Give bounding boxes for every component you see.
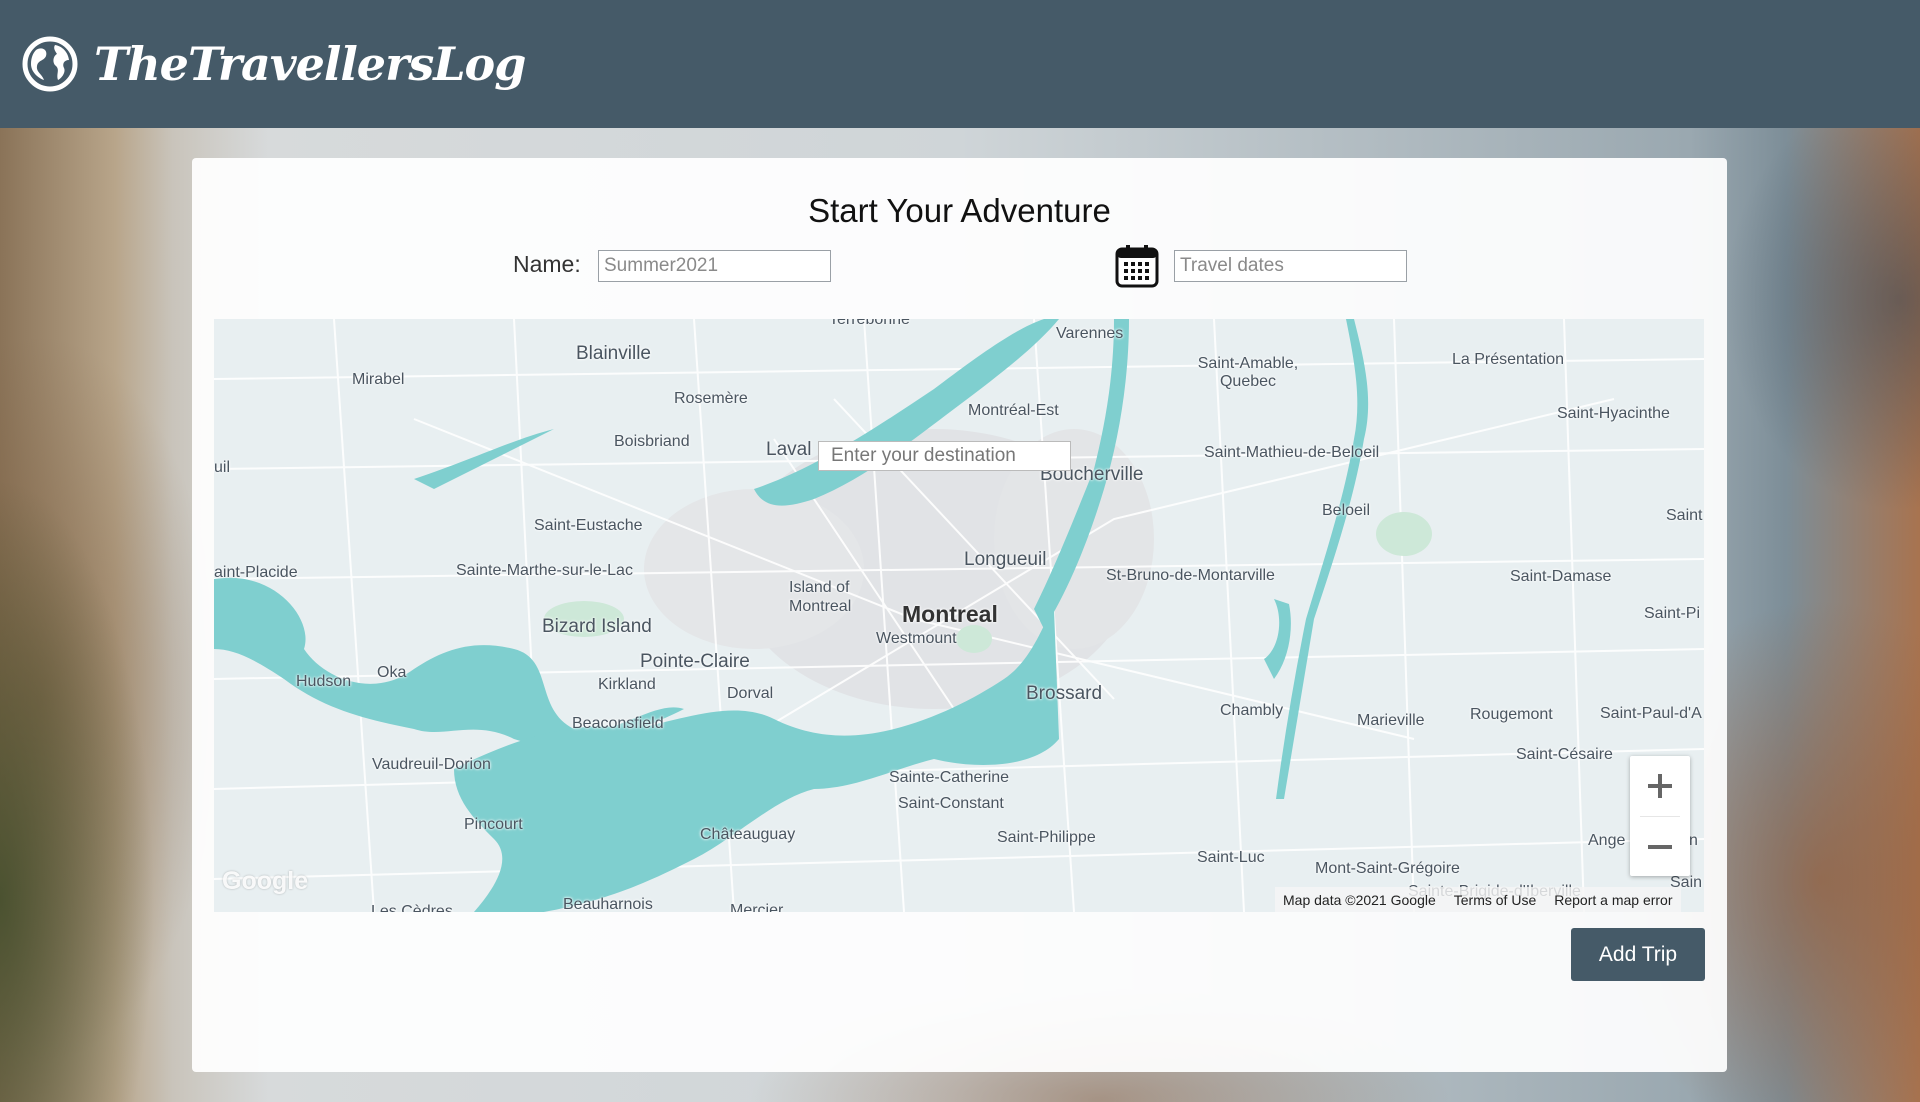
- map-label: Beauharnois: [563, 896, 653, 912]
- destination-search-input[interactable]: [818, 441, 1071, 471]
- map-label: Saint-Philippe: [997, 829, 1096, 846]
- brand-logo-text[interactable]: TheTravellersLog: [94, 37, 526, 91]
- map-label: Mercier: [730, 902, 784, 912]
- map-label: Montreal: [902, 601, 998, 627]
- zoom-in-button[interactable]: [1630, 756, 1690, 816]
- map-view[interactable]: Terrebonne Varennes Blainville Mirabel R…: [214, 319, 1704, 912]
- map-label: Saint-Paul-d'A: [1600, 705, 1702, 722]
- map-label: Pointe-Claire: [640, 651, 750, 672]
- zoom-controls: [1630, 756, 1690, 876]
- map-label: Saint-Pi: [1644, 605, 1701, 622]
- map-label: uil: [214, 459, 231, 476]
- map-label: Châteauguay: [700, 826, 796, 843]
- map-label: Saint-Constant: [898, 795, 1004, 812]
- map-label: Montréal-Est: [968, 402, 1059, 419]
- map-label: St-Bruno-de-Montarville: [1106, 567, 1275, 584]
- map-label: Oka: [377, 664, 407, 681]
- map-label: Marieville: [1357, 712, 1425, 729]
- minus-icon: [1648, 845, 1672, 849]
- map-label: Rougemont: [1470, 706, 1553, 723]
- map-label: Boisbriand: [614, 433, 690, 450]
- map-label: Dorval: [727, 685, 774, 702]
- map-label: Saint-Hyacinthe: [1557, 405, 1670, 422]
- name-label: Name:: [513, 251, 581, 277]
- map-label: Brossard: [1026, 683, 1103, 704]
- map-label: Terrebonne: [829, 319, 910, 328]
- terms-of-use-link[interactable]: Terms of Use: [1454, 892, 1536, 908]
- map-label: Beaconsfield: [572, 715, 664, 732]
- map-data-credit: Map data ©2021 Google: [1283, 891, 1436, 908]
- map-label: Hudson: [296, 673, 352, 690]
- map-label: n: [1689, 832, 1698, 849]
- globe-icon: [22, 36, 78, 92]
- map-label: Sainte-Marthe-sur-le-Lac: [456, 562, 633, 579]
- report-map-error-link[interactable]: Report a map error: [1554, 892, 1672, 908]
- map-label: Sainte-Catherine: [889, 769, 1010, 786]
- add-trip-button[interactable]: Add Trip: [1571, 928, 1705, 981]
- map-label: Vaudreuil-Dorion: [372, 756, 491, 773]
- map-label: Varennes: [1056, 325, 1124, 342]
- zoom-out-button[interactable]: [1630, 817, 1690, 877]
- map-label: Ange: [1588, 832, 1626, 849]
- map-label: Saint-Mathieu-de-Beloeil: [1204, 444, 1380, 461]
- trip-form-panel: Start Your Adventure Name: Summer2021 Tr…: [192, 158, 1727, 1072]
- map-label: Longueuil: [964, 549, 1047, 570]
- map-label: Laval: [766, 439, 812, 460]
- map-label: Saint-Eustache: [534, 517, 643, 534]
- map-label: Westmount: [876, 630, 957, 647]
- map-label: Rosemère: [674, 390, 748, 407]
- map-label: Island of Montreal: [789, 579, 852, 615]
- map-label: Saint-Césaire: [1516, 746, 1613, 763]
- map-label: Saint-Damase: [1510, 568, 1612, 585]
- map-label: Bizard Island: [542, 616, 652, 637]
- map-label: Blainville: [576, 343, 651, 364]
- trip-name-input[interactable]: [598, 250, 831, 282]
- page-title: Start Your Adventure: [808, 192, 1111, 229]
- map-label: Kirkland: [598, 676, 656, 693]
- map-label: Chambly: [1220, 702, 1284, 719]
- map-label: Beloeil: [1322, 502, 1371, 519]
- google-logo[interactable]: Google: [222, 867, 308, 896]
- top-bar: TheTravellersLog: [0, 0, 1920, 128]
- map-label: La Présentation: [1452, 351, 1565, 368]
- map-label: Saint-Amable, Quebec: [1197, 355, 1299, 390]
- map-label: Les Cèdres: [371, 903, 453, 912]
- map-label: aint-Placide: [214, 564, 298, 581]
- map-label: Mirabel: [352, 371, 405, 388]
- plus-icon: [1648, 774, 1672, 798]
- calendar-icon[interactable]: [1114, 243, 1160, 289]
- map-label: Mont-Saint-Grégoire: [1315, 860, 1460, 877]
- map-label: Saint-Luc: [1197, 849, 1265, 866]
- map-label: Pincourt: [464, 816, 523, 833]
- map-attribution: Map data ©2021 Google Terms of Use Repor…: [1275, 887, 1681, 912]
- travel-dates-input[interactable]: [1174, 250, 1407, 282]
- map-label: Saint: [1666, 507, 1703, 524]
